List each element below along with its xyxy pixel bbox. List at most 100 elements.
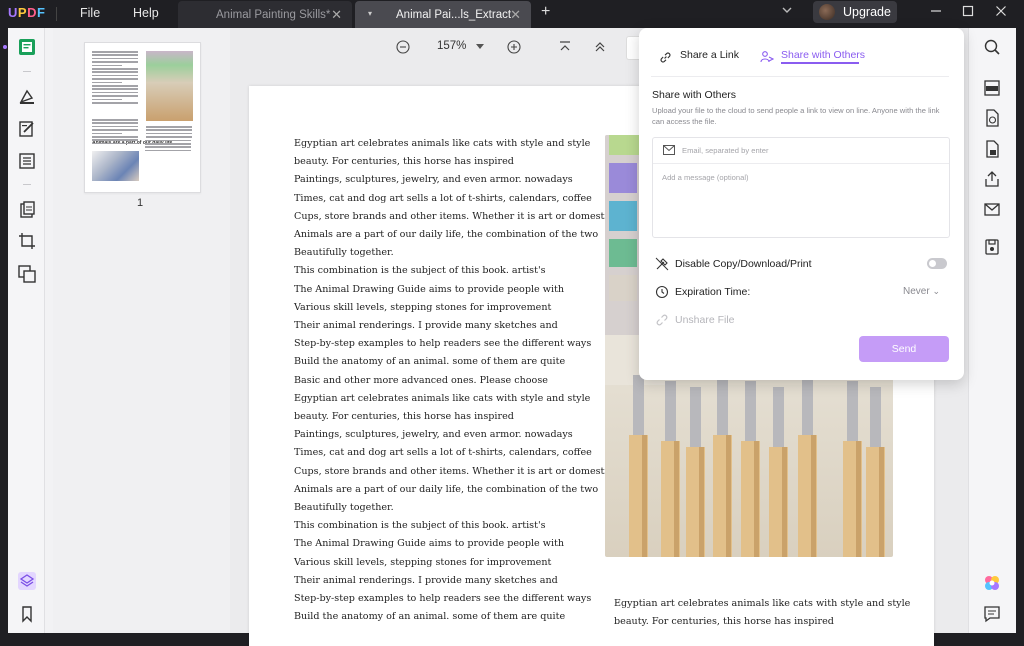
- thumbnail-text-line: [145, 139, 191, 142]
- page-thumbnail[interactable]: Animals are a part of our daily life: [84, 42, 201, 193]
- ai-assistant-icon[interactable]: [983, 574, 1001, 592]
- menu-help[interactable]: Help: [133, 6, 159, 20]
- avatar: [819, 4, 835, 20]
- menu-file[interactable]: File: [80, 6, 100, 20]
- zoom-level[interactable]: 157%: [437, 40, 466, 52]
- text-line: Egyptian art celebrates animals like cat…: [294, 138, 591, 149]
- divider: [651, 76, 949, 77]
- disable-copy-label: Disable Copy/Download/Print: [675, 258, 812, 270]
- thumbnail-text-line: [92, 102, 138, 104]
- form-icon[interactable]: [18, 152, 36, 170]
- close-icon[interactable]: ✕: [331, 7, 342, 23]
- first-page-icon[interactable]: [558, 40, 572, 54]
- thumbnail-text-line: [92, 136, 138, 138]
- upgrade-button[interactable]: Upgrade: [813, 1, 897, 23]
- text-line: Basic and other more advanced ones. Plea…: [294, 374, 548, 386]
- brush-ferrule: [633, 375, 644, 435]
- disable-icon: [655, 257, 669, 271]
- convert-file-icon[interactable]: [983, 109, 1001, 127]
- brush-ferrule: [745, 381, 756, 441]
- thumbnail-text-line: [92, 61, 138, 63]
- app-logo: UPDF: [8, 5, 46, 20]
- protect-icon[interactable]: [983, 140, 1001, 158]
- send-button[interactable]: Send: [859, 336, 949, 362]
- text-line: Cups, store brands and other items. Whet…: [294, 210, 613, 222]
- chevron-down-icon[interactable]: ▾: [368, 9, 372, 18]
- brush-shade: [642, 435, 647, 557]
- message-field[interactable]: Add a message (optional): [662, 173, 749, 182]
- expiration-value: Never: [903, 286, 930, 297]
- convert-icon[interactable]: [18, 265, 36, 283]
- thumbnail-text-line: [92, 51, 138, 53]
- brush-ferrule: [690, 387, 701, 447]
- tab-share-link[interactable]: Share a Link: [680, 49, 739, 61]
- tab-share-others[interactable]: Share with Others: [781, 49, 865, 61]
- thumbnail-text-line: [92, 132, 122, 135]
- bookmark-icon[interactable]: [18, 605, 36, 623]
- text-line: Beautifully together.: [294, 247, 394, 259]
- thumbnail-text-line: [92, 95, 138, 97]
- thumbnail-text-line: [92, 119, 138, 121]
- tab-animal-painting-skills[interactable]: Animal Painting Skills* ✕: [178, 1, 352, 28]
- close-icon[interactable]: ✕: [510, 7, 521, 23]
- text-line: Cups, store brands and other items. Whet…: [294, 465, 613, 477]
- chevron-down-icon: ⌄: [932, 286, 941, 296]
- share-icon[interactable]: [983, 170, 1001, 188]
- section-description: Upload your file to the cloud to send pe…: [652, 106, 940, 126]
- save-icon[interactable]: [983, 238, 1001, 256]
- zoom-dropdown-icon[interactable]: [475, 43, 485, 51]
- comment-icon[interactable]: [18, 88, 36, 106]
- text-line: Egyptian art celebrates animals like cat…: [294, 392, 591, 404]
- thumbnail-text-line: [92, 71, 138, 73]
- reader-icon[interactable]: [18, 38, 36, 56]
- search-icon[interactable]: [983, 38, 1001, 56]
- left-toolbar: [8, 28, 45, 633]
- thumbnail-text-line: [92, 139, 138, 141]
- chat-icon[interactable]: [983, 605, 1001, 623]
- chevron-down-icon[interactable]: [781, 4, 793, 16]
- thumbnail-text-line: [92, 78, 138, 80]
- email-icon[interactable]: [983, 200, 1001, 218]
- brush-ferrule: [870, 387, 881, 447]
- close-window-icon[interactable]: [994, 4, 1008, 18]
- edit-pdf-icon[interactable]: [18, 120, 36, 138]
- zoom-in-icon[interactable]: [507, 40, 521, 54]
- minimize-icon[interactable]: [929, 4, 943, 18]
- thumbnail-text-line: [146, 136, 192, 138]
- zoom-out-icon[interactable]: [396, 40, 410, 54]
- thumbnail-text-line: [92, 91, 138, 94]
- text-line: The Animal Drawing Guide aims to provide…: [294, 283, 565, 295]
- maximize-icon[interactable]: [961, 4, 975, 18]
- crop-icon[interactable]: [18, 232, 36, 250]
- email-field[interactable]: Email, separated by enter: [653, 138, 949, 164]
- text-line: The Animal Drawing Guide aims to provide…: [294, 538, 565, 550]
- divider: [23, 71, 31, 72]
- thumbnail-text-line: [145, 149, 191, 152]
- thumbnail-text-line: [146, 132, 192, 135]
- brush-ferrule: [847, 381, 858, 441]
- expiration-select[interactable]: Never ⌄: [903, 286, 940, 297]
- thumbnail-text-line: [145, 146, 191, 148]
- thumbnail-text-line: [92, 57, 138, 60]
- text-line: Step-by-step examples to help readers se…: [294, 338, 592, 350]
- thumbnail-text-line: [92, 98, 122, 101]
- text-line: Animals are a part of our daily life, th…: [294, 483, 599, 495]
- layers-icon[interactable]: [18, 572, 36, 590]
- thumbnail-text-line: [92, 68, 138, 70]
- text-line: Animals are a part of our daily life, th…: [294, 229, 599, 240]
- share-others-icon: [760, 51, 774, 63]
- text-line: Build the anatomy of an animal. some of …: [294, 611, 566, 623]
- mail-icon: [663, 145, 675, 155]
- thumbnail-text-line: [92, 129, 138, 131]
- previous-page-icon[interactable]: [593, 40, 607, 54]
- brush-ferrule: [773, 387, 784, 447]
- new-tab-icon[interactable]: +: [541, 3, 550, 21]
- disable-copy-toggle[interactable]: [927, 258, 947, 269]
- unshare-file-button[interactable]: Unshare File: [675, 314, 735, 326]
- tab-animal-extract[interactable]: ▾ Animal Pai...ls_Extract ✕: [355, 1, 531, 28]
- text-line: Various skill levels, stepping stones fo…: [294, 301, 552, 313]
- organize-pages-icon[interactable]: [18, 201, 36, 219]
- ocr-icon[interactable]: [983, 79, 1001, 97]
- right-toolbar: [968, 28, 1017, 633]
- indicator-dot: [3, 45, 7, 49]
